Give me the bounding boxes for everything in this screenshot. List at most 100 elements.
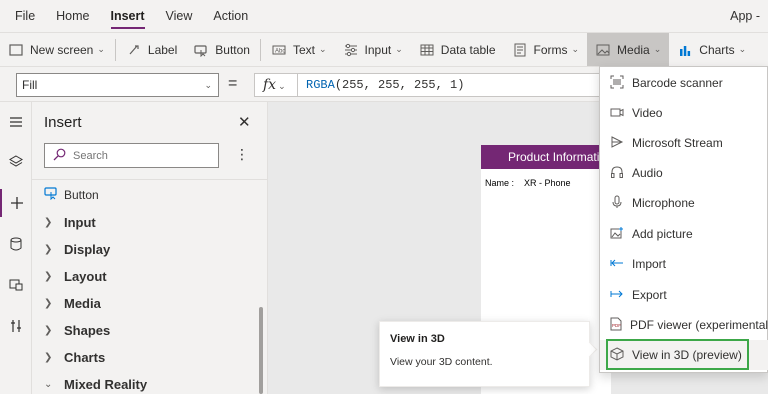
category-layout[interactable]: ❯ Layout [44, 265, 107, 287]
media-button[interactable]: Media ⌄ [587, 32, 670, 67]
database-icon[interactable] [0, 230, 32, 258]
menu-item-import[interactable]: Import [600, 249, 768, 279]
chevron-down-icon: ⌄ [97, 44, 105, 54]
name-label: Name : [485, 178, 515, 188]
screen-header[interactable]: Product Informati [481, 145, 611, 169]
tooltip: View in 3D View your 3D content. [379, 321, 590, 387]
name-row[interactable]: Name : XR - Phone [485, 178, 581, 188]
headphones-icon [609, 165, 625, 182]
add-picture-icon [609, 226, 625, 243]
menu-item-barcode-scanner[interactable]: Barcode scanner [600, 68, 768, 98]
media-devices-icon[interactable] [0, 271, 32, 299]
insert-button-label: Button [64, 187, 99, 202]
chevron-right-icon: ❯ [44, 243, 53, 255]
category-mixed-reality[interactable]: ⌄ Mixed Reality [44, 373, 147, 394]
insert-panel: Insert ✕ ⋮ Button ❯ Input ❯ Display ❯ La… [32, 102, 268, 394]
formula-input[interactable]: RGBA(255, 255, 255, 1) [298, 73, 608, 97]
insert-plus-icon[interactable] [0, 189, 32, 217]
input-button[interactable]: Input ⌄ [335, 33, 411, 67]
menu-item-add-picture[interactable]: Add picture [600, 219, 768, 249]
import-icon [609, 256, 625, 273]
svg-text:PDF: PDF [612, 323, 621, 328]
menu-item-export[interactable]: Export [600, 280, 768, 310]
category-label: Shapes [64, 322, 111, 338]
label-icon [126, 42, 142, 58]
menu-file[interactable]: File [15, 0, 35, 32]
forms-button[interactable]: Forms ⌄ [504, 33, 588, 67]
formula-args: (255, 255, 255, 1) [334, 78, 465, 92]
category-shapes[interactable]: ❯ Shapes [44, 319, 110, 341]
button-button[interactable]: Button [185, 33, 258, 67]
label-button[interactable]: Label [118, 33, 185, 67]
media-label: Media [617, 42, 650, 57]
category-label: Mixed Reality [64, 376, 148, 392]
chevron-down-icon: ⌄ [204, 80, 212, 90]
chevron-right-icon: ❯ [44, 324, 53, 336]
tools-icon[interactable] [0, 312, 32, 340]
charts-label: Charts [699, 42, 735, 57]
app-title: App - [730, 9, 760, 23]
video-icon [609, 105, 625, 122]
chevron-down-icon: ⌄ [395, 44, 403, 54]
menu-bar: File Home Insert View Action App - [0, 0, 768, 32]
new-screen-icon [8, 42, 24, 58]
close-icon[interactable]: ✕ [238, 113, 251, 131]
menu-item-label: Add picture [632, 227, 693, 241]
menu-insert[interactable]: Insert [110, 0, 145, 32]
toolbar-divider [259, 38, 261, 61]
panel-scrollbar[interactable] [259, 307, 263, 394]
category-label: Charts [64, 349, 106, 365]
chevron-right-icon: ❯ [44, 351, 53, 363]
new-screen-button[interactable]: New screen ⌄ [0, 33, 113, 67]
menu-item-microphone[interactable]: Microphone [600, 188, 768, 218]
menu-item-microsoft-stream[interactable]: Microsoft Stream [600, 128, 768, 158]
menu-item-label: PDF viewer (experimental) [630, 318, 768, 332]
chevron-down-icon: ⌄ [319, 44, 327, 54]
menu-item-audio[interactable]: Audio [600, 158, 768, 188]
search-box[interactable] [44, 143, 219, 168]
category-label: Layout [64, 268, 107, 284]
new-screen-label: New screen [30, 42, 94, 57]
menu-item-view-in-3d[interactable]: View in 3D (preview) [600, 340, 768, 370]
search-icon [53, 148, 66, 164]
menu-item-label: Export [632, 288, 667, 302]
input-sliders-icon [343, 42, 359, 58]
search-input[interactable] [73, 147, 213, 165]
chevron-down-icon: ⌄ [278, 81, 286, 91]
category-display[interactable]: ❯ Display [44, 238, 110, 260]
fx-button[interactable]: fx ⌄ [254, 73, 298, 97]
insert-button-item[interactable]: Button [44, 186, 99, 203]
chevron-down-icon: ⌄ [738, 44, 747, 54]
charts-button[interactable]: Charts ⌄ [669, 33, 754, 67]
menu-item-label: Barcode scanner [632, 76, 723, 90]
category-input[interactable]: ❯ Input [44, 211, 96, 233]
equals-sign: = [228, 75, 238, 92]
cube-icon [609, 346, 625, 364]
category-charts[interactable]: ❯ Charts [44, 346, 105, 368]
category-media[interactable]: ❯ Media [44, 292, 101, 314]
menu-view[interactable]: View [166, 0, 193, 32]
menu-item-label: Audio [632, 166, 663, 180]
data-table-button[interactable]: Data table [411, 33, 504, 67]
menu-action[interactable]: Action [213, 0, 248, 32]
layers-icon[interactable] [0, 148, 32, 176]
menu-item-video[interactable]: Video [600, 98, 768, 128]
microphone-icon [609, 195, 625, 212]
chevron-right-icon: ❯ [44, 216, 53, 228]
forms-icon [512, 42, 528, 58]
tooltip-description: View your 3D content. [390, 356, 493, 368]
text-button[interactable]: Abc Text ⌄ [263, 33, 335, 67]
menu-item-pdf-viewer[interactable]: PDF PDF viewer (experimental) [600, 310, 768, 340]
more-options-icon[interactable]: ⋮ [235, 146, 249, 163]
pdf-icon: PDF [609, 317, 623, 334]
text-button-label: Text [292, 42, 315, 57]
menu-home[interactable]: Home [56, 0, 89, 32]
chevron-down-icon: ⌄ [44, 378, 53, 390]
forms-label: Forms [533, 42, 568, 57]
left-rail [0, 102, 32, 394]
hamburger-menu-icon[interactable] [0, 108, 32, 136]
data-table-label: Data table [440, 42, 496, 57]
menu-item-label: Video [632, 106, 663, 120]
property-dropdown[interactable]: Fill ⌄ [16, 73, 219, 97]
panel-divider [32, 179, 268, 180]
